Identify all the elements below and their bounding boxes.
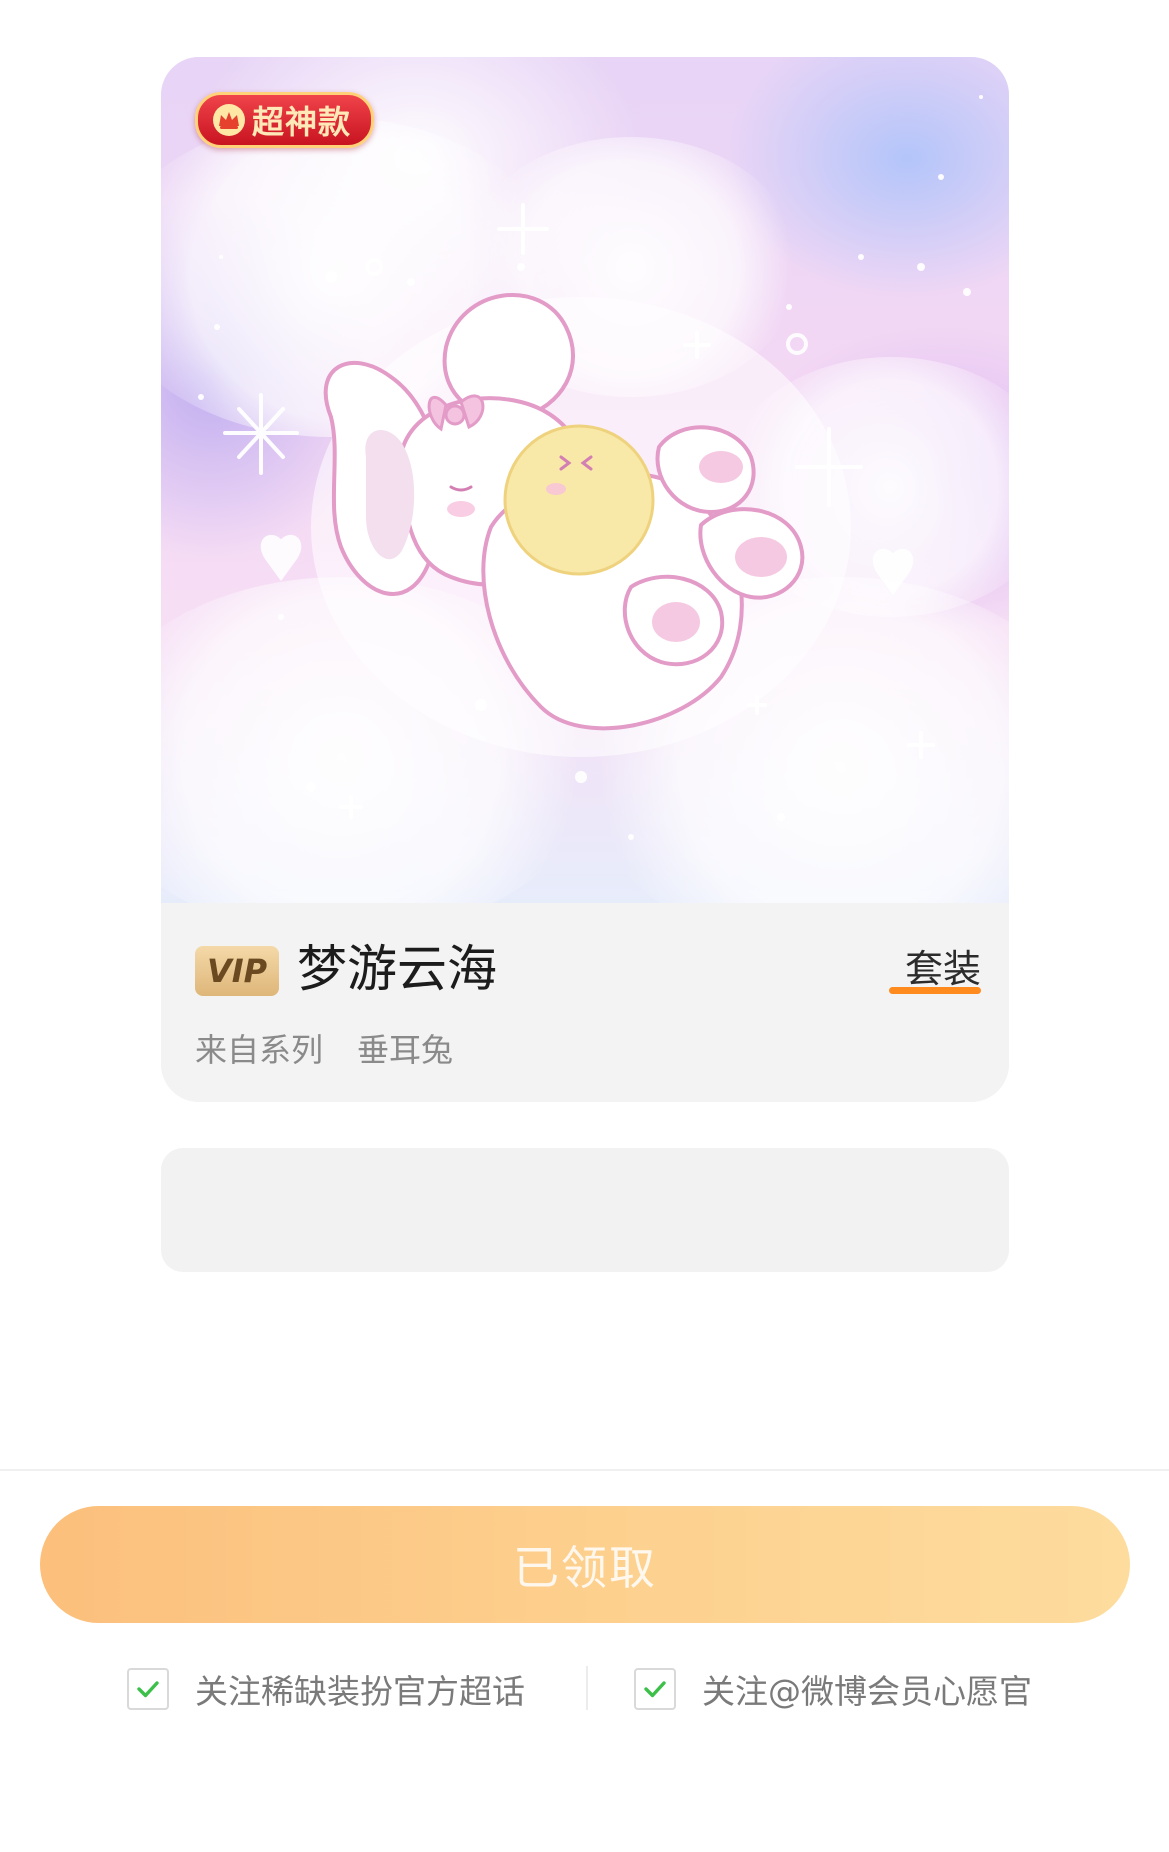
checkbox[interactable] (127, 1668, 169, 1710)
theme-artwork: 超神款 (161, 57, 1009, 903)
checkbox[interactable] (634, 1668, 676, 1710)
options-separator (586, 1666, 588, 1710)
vip-tag: VIP (195, 946, 279, 996)
series-name[interactable]: 垂耳兔 (357, 1025, 453, 1071)
crown-icon (213, 104, 245, 136)
checkbox-label: 关注@微博会员心愿官 (702, 1672, 1032, 1711)
placeholder-bar (161, 1148, 1009, 1272)
type-underline (889, 987, 981, 994)
checkmark-icon (137, 1681, 159, 1698)
claim-button-label: 已领取 (513, 1541, 657, 1594)
card-info: VIP 梦游云海 套装 来自系列 垂耳兔 (161, 903, 1009, 1102)
theme-title: 梦游云海 (297, 940, 497, 998)
claim-button[interactable]: 已领取 (40, 1506, 1130, 1623)
rarity-badge: 超神款 (195, 92, 375, 148)
follow-options: 关注稀缺装扮官方超话 关注@微博会员心愿官 (0, 1664, 1169, 1714)
page: 超神款 VIP 梦游云海 套装 来自系列 垂耳兔 已领取 关注稀缺装扮官方超话 (0, 0, 1169, 1852)
follow-account-checkbox[interactable]: 关注@微博会员心愿官 (634, 1664, 1032, 1714)
bunny-illustration (198, 95, 983, 840)
series-label: 来自系列 (195, 1031, 324, 1069)
product-card[interactable]: 超神款 VIP 梦游云海 套装 来自系列 垂耳兔 (161, 57, 1009, 1102)
checkmark-icon (644, 1681, 666, 1698)
badge-label: 超神款 (252, 103, 352, 141)
checkbox-label: 关注稀缺装扮官方超话 (195, 1672, 525, 1711)
footer-divider (0, 1469, 1169, 1471)
type-label: 套装 (904, 947, 981, 991)
follow-topic-checkbox[interactable]: 关注稀缺装扮官方超话 (127, 1664, 525, 1714)
